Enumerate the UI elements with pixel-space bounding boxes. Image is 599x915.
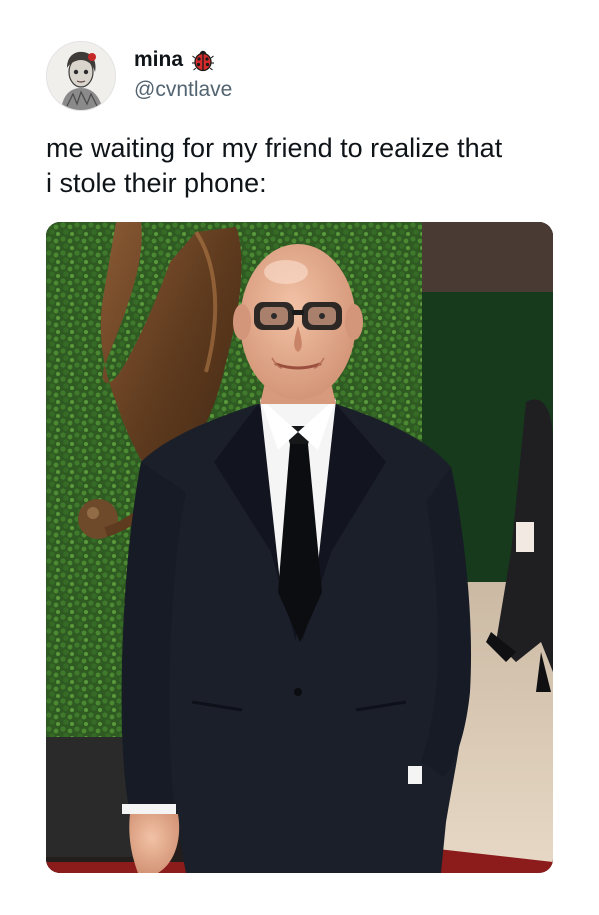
author-display-name[interactable]: mina xyxy=(134,48,183,72)
tweet-text-line: me waiting for my friend to realize that xyxy=(46,133,503,163)
tweet-photo[interactable] xyxy=(46,222,553,873)
portrait-sketch-icon xyxy=(47,42,115,110)
profile-avatar[interactable] xyxy=(46,41,116,111)
ladybug-icon xyxy=(191,48,215,72)
author-handle[interactable]: @cvntlave xyxy=(134,78,232,102)
author-name-row: mina xyxy=(134,46,215,74)
photo-man-in-black-suit-icon xyxy=(46,222,553,873)
tweet-text-line: i stole their phone: xyxy=(46,168,267,198)
tweet-text: me waiting for my friend to realize that… xyxy=(46,131,566,201)
tweet-card: mina @cvntlave me waiting for my friend … xyxy=(0,0,599,915)
